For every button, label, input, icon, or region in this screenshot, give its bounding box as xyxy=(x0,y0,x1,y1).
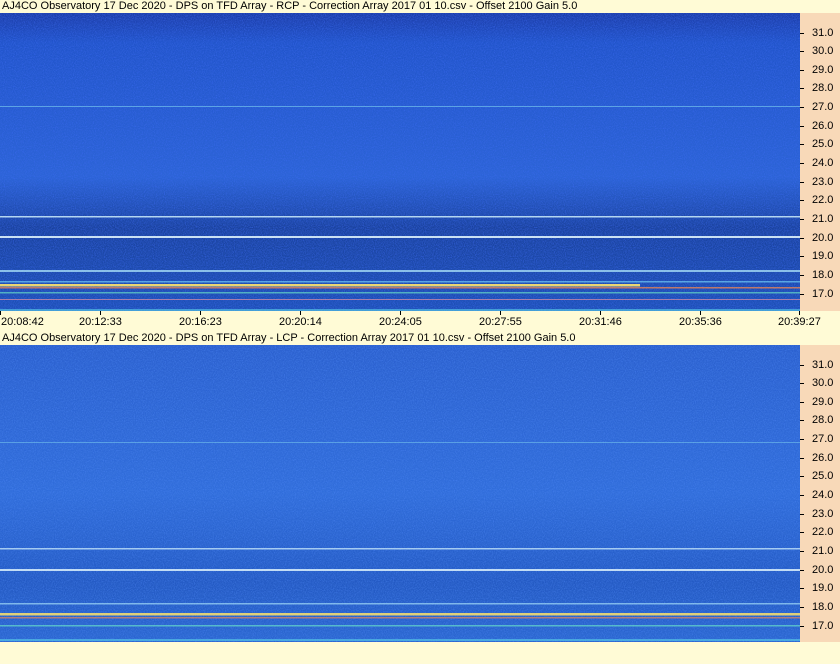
freq-label: 22.0 xyxy=(812,194,834,206)
freq-label: 18.0 xyxy=(812,601,834,613)
freq-label: 20.0 xyxy=(812,564,834,576)
freq-label: 23.0 xyxy=(812,176,834,188)
freq-label: 21.0 xyxy=(812,213,834,225)
freq-label: 30.0 xyxy=(812,377,834,389)
frequency-axis-rcp: 31.0 30.0 29.0 28.0 27.0 26.0 25.0 24.0 … xyxy=(800,13,840,311)
freq-label: 26.0 xyxy=(812,452,834,464)
freq-label: 20.0 xyxy=(812,232,834,244)
time-label: 20:20:14 xyxy=(279,316,322,328)
freq-label: 31.0 xyxy=(812,359,834,371)
freq-label: 21.0 xyxy=(812,545,834,557)
freq-label: 26.0 xyxy=(812,120,834,132)
freq-label: 31.0 xyxy=(812,27,834,39)
spectrogram-lcp xyxy=(0,345,800,642)
panel-title-rcp: AJ4CO Observatory 17 Dec 2020 - DPS on T… xyxy=(2,0,578,12)
freq-label: 25.0 xyxy=(812,138,834,150)
freq-label: 24.0 xyxy=(812,489,834,501)
freq-label: 28.0 xyxy=(812,414,834,426)
time-label: 20:39:27 xyxy=(778,316,821,328)
freq-label: 30.0 xyxy=(812,45,834,57)
time-label: 20:16:23 xyxy=(179,316,222,328)
freq-label: 18.0 xyxy=(812,269,834,281)
time-label: 20:08:42 xyxy=(1,316,44,328)
spectrogram-rcp xyxy=(0,13,800,311)
panel-title-lcp: AJ4CO Observatory 17 Dec 2020 - DPS on T… xyxy=(2,332,576,344)
time-axis: 20:08:42 20:12:33 20:16:23 20:20:14 20:2… xyxy=(0,311,840,331)
freq-label: 24.0 xyxy=(812,157,834,169)
time-label: 20:24:05 xyxy=(379,316,422,328)
freq-label: 29.0 xyxy=(812,396,834,408)
freq-label: 22.0 xyxy=(812,526,834,538)
freq-label: 23.0 xyxy=(812,508,834,520)
freq-label: 25.0 xyxy=(812,470,834,482)
freq-label: 17.0 xyxy=(812,620,834,632)
frequency-axis-lcp: 31.0 30.0 29.0 28.0 27.0 26.0 25.0 24.0 … xyxy=(800,345,840,642)
time-label: 20:31:46 xyxy=(579,316,622,328)
freq-label: 28.0 xyxy=(812,82,834,94)
freq-label: 27.0 xyxy=(812,433,834,445)
freq-label: 19.0 xyxy=(812,582,834,594)
time-label: 20:27:55 xyxy=(479,316,522,328)
freq-label: 29.0 xyxy=(812,64,834,76)
freq-label: 27.0 xyxy=(812,101,834,113)
time-label: 20:12:33 xyxy=(79,316,122,328)
freq-label: 17.0 xyxy=(812,288,834,300)
time-label: 20:35:36 xyxy=(679,316,722,328)
freq-label: 19.0 xyxy=(812,250,834,262)
